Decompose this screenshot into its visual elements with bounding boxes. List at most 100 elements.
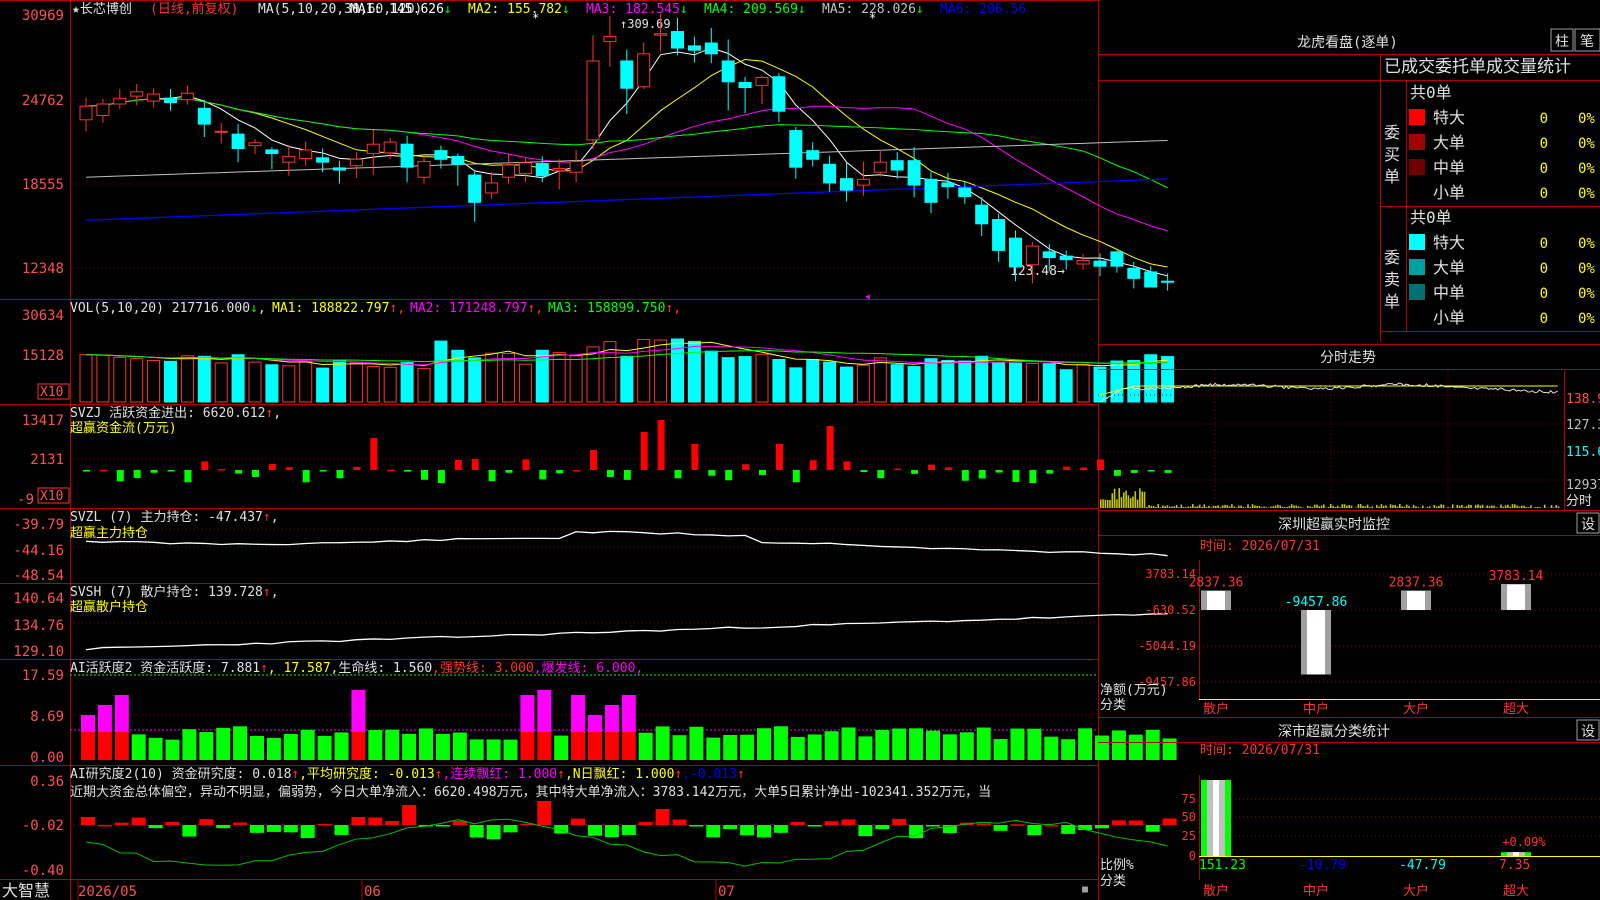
volume-bar — [248, 361, 262, 403]
volume-bar — [265, 364, 279, 403]
intraday-volume-bar — [1422, 505, 1424, 508]
intraday-volume-bar — [1396, 506, 1399, 508]
intraday-volume-bar — [1185, 507, 1187, 508]
ai1-bar — [216, 727, 231, 760]
intraday-volume-bar — [1369, 507, 1371, 508]
volume-bar — [687, 340, 701, 403]
candle — [349, 152, 363, 178]
vol-tick: 15128 — [22, 348, 64, 364]
volume-bar — [468, 357, 482, 403]
volume-bar — [856, 364, 870, 403]
intraday-volume-bar — [1500, 504, 1502, 508]
intraday-volume-bar — [1162, 505, 1164, 508]
svzj-bar — [1164, 470, 1172, 473]
stats-bar — [1201, 780, 1231, 856]
order-row-label: 大单 — [1433, 133, 1465, 152]
intraday-volume-bar — [1447, 507, 1449, 508]
volume-bar — [1059, 369, 1073, 403]
svzj-bar — [674, 470, 682, 479]
ai1-bar — [1162, 738, 1177, 760]
ai2-bar — [723, 825, 738, 830]
order-row-label: 特大 — [1433, 233, 1465, 252]
ai2-bar — [81, 817, 95, 825]
ai1-bar — [199, 732, 214, 760]
intraday-volume-bar — [1477, 504, 1479, 508]
intraday-volume-bar — [1327, 506, 1330, 508]
ai1-bar — [942, 734, 957, 760]
intraday-volume-bar — [1555, 505, 1557, 508]
svzj-bar — [640, 432, 648, 470]
intraday-volume-bar — [1228, 506, 1231, 508]
ai1-axis: 17.59 8.69 0.00 — [22, 668, 64, 766]
monitor-bar — [1201, 590, 1231, 610]
candle — [1093, 253, 1107, 277]
intraday-volume-bar — [1307, 505, 1309, 508]
ai2-bar — [182, 825, 197, 837]
monitor-settings-button[interactable]: 设 — [1576, 512, 1600, 534]
ai1-bar — [300, 729, 315, 760]
svzj-bars — [83, 420, 1172, 484]
intraday-volume-bar — [1226, 505, 1229, 508]
candle — [840, 162, 853, 202]
svzj-bar — [1097, 459, 1104, 470]
candle — [518, 157, 532, 183]
monitor-time: 时间: 2026/07/31 — [1200, 539, 1320, 554]
intraday-volume-bar — [1461, 504, 1463, 508]
intraday-volume-bar — [1440, 504, 1442, 508]
monitor-bar — [1501, 584, 1531, 610]
intraday-volume-bar — [1277, 504, 1279, 508]
ai2-bar — [672, 819, 687, 825]
candle — [721, 39, 735, 111]
monitor-title: 深圳超赢实时监控 — [1278, 516, 1390, 533]
intraday-volume-bar — [1127, 495, 1130, 508]
intraday-volume-bar — [1408, 505, 1410, 508]
intraday-volume-bar — [1286, 507, 1288, 508]
stats-title: 深市超赢分类统计 — [1278, 723, 1390, 740]
intraday-volume-bar — [1511, 504, 1514, 508]
intraday-volume-bar — [1309, 506, 1311, 508]
tab-bar-chart[interactable]: 柱 — [1550, 28, 1574, 52]
svsh-subtitle: 超赢散户持仓 — [70, 599, 148, 615]
svzj-bar — [894, 468, 902, 471]
intraday-volume-bar — [1150, 505, 1153, 508]
candle — [417, 155, 431, 184]
order-row-value: 0 — [1540, 186, 1548, 202]
stats-category: 散户 — [1203, 883, 1229, 899]
svzj-bar — [978, 470, 986, 479]
intraday-volume-bar — [1539, 507, 1541, 508]
intraday-volume-bar — [1240, 505, 1242, 508]
order-color-swatch — [1409, 109, 1425, 125]
intraday-volume-bar — [1249, 506, 1252, 508]
svzj-bar — [116, 470, 124, 482]
intraday-volume-bar — [1123, 492, 1125, 508]
intraday-volume-bar — [1507, 504, 1509, 508]
ai2-bar — [1145, 825, 1160, 832]
svzl-title: SVZL (7) 主力持仓: -47.437↑, — [70, 510, 279, 525]
candle — [958, 181, 972, 204]
volume-bar — [1025, 362, 1039, 403]
monitor-value-label: 2837.36 — [1189, 576, 1244, 591]
stats-settings-button[interactable]: 设 — [1576, 719, 1600, 741]
vol-legend-item: MA3: 158899.750↑, — [548, 301, 681, 316]
intraday-volume-bar — [1293, 505, 1295, 508]
ai2-bar — [858, 825, 873, 837]
svzj-bar — [1130, 470, 1138, 473]
intraday-volume-bar — [1348, 504, 1350, 508]
intraday-volume-bar — [1530, 505, 1532, 508]
intraday-volume-bar — [1346, 505, 1348, 508]
tab-pen-chart[interactable]: 笔 — [1574, 28, 1600, 52]
ai2-bar — [402, 805, 417, 825]
ai1-tick: 17.59 — [22, 668, 64, 684]
high-label: 309.69 — [627, 17, 670, 31]
intraday-volume-bar — [1173, 506, 1176, 508]
ai2-tick: -0.02 — [22, 818, 64, 834]
volume-bar — [704, 350, 718, 403]
intraday-volume-bar — [1109, 499, 1111, 508]
intraday-volume-bar — [1516, 505, 1518, 508]
svzj-bar — [877, 470, 885, 479]
x-tick: 2026/05 — [78, 884, 137, 900]
ai2-bar — [317, 824, 332, 826]
svzj-bar — [573, 469, 581, 472]
intraday-volume-bar — [1180, 504, 1183, 508]
intraday-volume-bar — [1456, 504, 1459, 508]
